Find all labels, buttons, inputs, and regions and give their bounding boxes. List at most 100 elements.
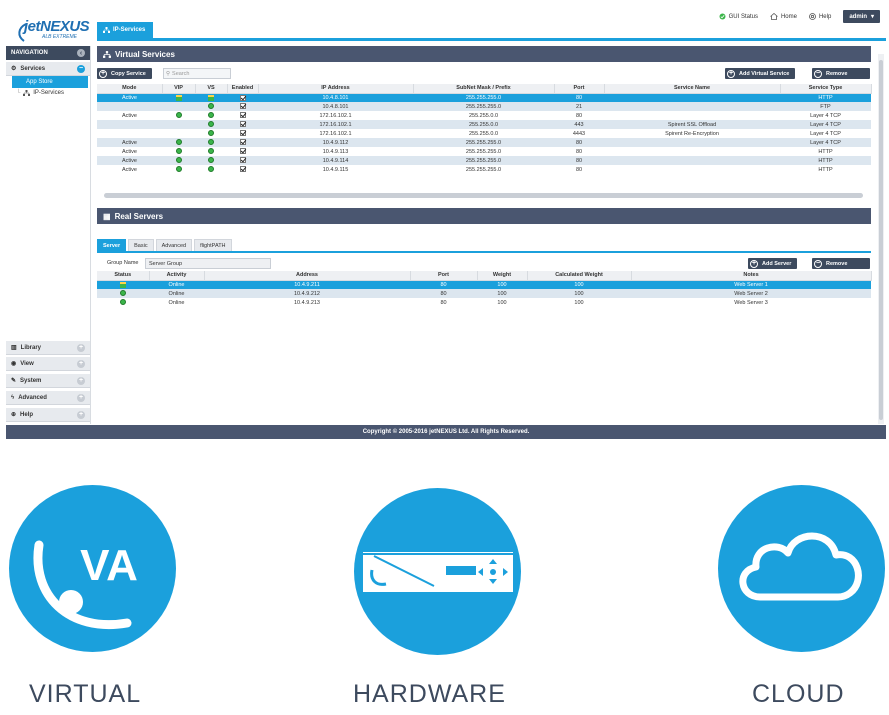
expand-system-icon[interactable]: + xyxy=(77,376,85,385)
remove-virtual-service-button[interactable]: − Remove xyxy=(812,68,870,79)
service-name-cell: Spirent SSL Offload xyxy=(604,120,780,129)
column-header: Notes xyxy=(631,271,872,281)
user-name: admin xyxy=(849,13,867,20)
copy-service-button[interactable]: + Copy Service xyxy=(97,68,152,79)
hardware-circle xyxy=(354,488,521,655)
column-header: Weight xyxy=(477,271,528,281)
port-cell: 80 xyxy=(410,280,477,289)
jetnexus-logo[interactable]: jetNEXUS ALB EXTREME xyxy=(16,18,90,46)
virtual-services-title: Virtual Services xyxy=(115,49,175,59)
group-name-field[interactable]: Server Group xyxy=(145,258,271,269)
enabled-checkbox[interactable] xyxy=(239,157,246,164)
enabled-checkbox[interactable] xyxy=(239,112,246,119)
sidebar-section-view[interactable]: ◉ View + xyxy=(6,357,90,371)
expand-library-icon[interactable]: + xyxy=(77,343,85,352)
collapse-section-icon[interactable]: − xyxy=(77,64,85,73)
mode-cell xyxy=(97,129,162,138)
user-menu-button[interactable]: admin ▾ xyxy=(843,10,880,23)
address-cell: 10.4.9.212 xyxy=(204,289,410,298)
gear-icon: ⚙ xyxy=(11,66,17,72)
enabled-checkbox[interactable] xyxy=(239,139,246,146)
service-type-cell: HTTP xyxy=(780,156,871,165)
minus-circle-icon: − xyxy=(814,69,822,78)
online-status-icon xyxy=(175,166,182,173)
table-row[interactable]: Active 10.4.9.112 255.255.255.0 80 Layer 4 T… xyxy=(97,138,871,147)
vs-cell xyxy=(195,93,227,102)
column-header: Activity xyxy=(149,271,205,281)
online-status-icon xyxy=(208,103,214,110)
enabled-checkbox[interactable] xyxy=(239,94,246,101)
table-row[interactable]: Online 10.4.9.212 80 100 100 Web Server 2 xyxy=(97,289,871,298)
vip-status-icon xyxy=(175,94,182,101)
subnet-cell: 255.255.255.0 xyxy=(413,93,554,102)
enabled-checkbox[interactable] xyxy=(239,103,246,110)
logo-text: jetNEXUS xyxy=(24,18,90,35)
home-link[interactable]: Home xyxy=(770,13,797,20)
collapse-nav-icon[interactable]: ‹ xyxy=(77,49,85,57)
horizontal-scrollbar[interactable] xyxy=(104,193,863,198)
table-row[interactable]: Online 10.4.9.213 80 100 100 Web Server 3 xyxy=(97,298,871,307)
enabled-checkbox[interactable] xyxy=(239,166,246,173)
table-row[interactable]: Active 10.4.9.113 255.255.255.0 80 HTTP xyxy=(97,147,871,156)
expand-advanced-icon[interactable]: + xyxy=(77,393,85,402)
activity-cell: Online xyxy=(168,299,185,306)
table-row[interactable]: Active 172.16.102.1 255.255.0.0 80 Layer 4 T… xyxy=(97,111,871,120)
subnet-cell: 255.255.255.0 xyxy=(465,148,502,155)
server-grid-icon: ▦ xyxy=(103,211,111,221)
table-row[interactable]: 172.16.102.1 255.255.0.0 443 Spirent SSL Of… xyxy=(97,120,871,129)
help-link[interactable]: Help xyxy=(809,13,831,20)
tab-ip-services[interactable]: IP-Services xyxy=(97,22,153,38)
sidebar-section-advanced[interactable]: ϟ Advanced + xyxy=(6,391,90,405)
ip-address-cell: 172.16.102.1 xyxy=(319,130,352,137)
tab-underline xyxy=(97,251,871,253)
enabled-checkbox[interactable] xyxy=(239,130,246,137)
search-input[interactable]: ⚲ Search xyxy=(163,68,231,79)
expand-help-icon[interactable]: + xyxy=(77,410,85,419)
add-virtual-service-button[interactable]: + Add Virtual Service xyxy=(725,68,796,79)
sidebar-section-system[interactable]: ✎ System + xyxy=(6,374,90,388)
real-servers-table: Status Activity Address Port Weight Calculate… xyxy=(97,271,872,307)
table-row[interactable]: Active 10.4.9.115 255.255.255.0 80 HTTP xyxy=(97,165,871,174)
calculated-weight-cell: 100 xyxy=(574,299,584,306)
sidebar-item-app-store[interactable]: App Store xyxy=(12,76,88,88)
table-row[interactable]: 172.16.102.1 255.255.0.0 4443 Spirent Re-En… xyxy=(97,129,871,138)
mode-cell xyxy=(97,102,162,111)
sidebar-ip-services-label: IP-Services xyxy=(33,90,64,96)
service-name-cell xyxy=(604,138,780,147)
online-status-icon xyxy=(120,290,126,297)
bolt-icon: ϟ xyxy=(11,394,15,401)
table-header-row: Status Activity Address Port Weight Calculate… xyxy=(97,271,872,281)
column-header: Status xyxy=(97,271,150,281)
mode-cell: Active xyxy=(97,138,162,147)
sidebar-section-help[interactable]: ⊕ Help + xyxy=(6,408,90,422)
real-servers-title: Real Servers xyxy=(114,211,164,221)
weight-cell: 100 xyxy=(477,289,527,298)
subnet-cell: 255.255.0.0 xyxy=(468,112,499,119)
table-row[interactable]: 10.4.8.101 255.255.255.0 21 FTP xyxy=(97,102,871,111)
vip-cell xyxy=(162,138,195,147)
remove-server-button[interactable]: − Remove xyxy=(812,258,870,269)
subnet-cell: 255.255.255.0 xyxy=(465,166,502,173)
enabled-checkbox[interactable] xyxy=(239,121,246,128)
va-text: VA xyxy=(80,541,138,590)
service-type-cell: HTTP xyxy=(818,166,833,173)
table-row[interactable]: Online 10.4.9.211 80 100 100 Web Server 1 xyxy=(97,280,871,289)
activity-cell: Online xyxy=(149,289,204,298)
copyright-text: Copyright © 2005-2016 jetNEXUS Ltd. All … xyxy=(362,429,530,435)
minus-circle-icon: − xyxy=(814,259,822,268)
navigation-header: NAVIGATION ‹ xyxy=(6,46,90,60)
enabled-checkbox[interactable] xyxy=(239,148,246,155)
tab-label: IP-Services xyxy=(113,27,146,33)
vertical-scrollbar[interactable] xyxy=(878,54,884,424)
scrollbar-thumb[interactable] xyxy=(879,60,883,420)
sidebar-item-ip-services[interactable]: └ IP-Services xyxy=(16,90,64,96)
gui-status-link[interactable]: GUI Status xyxy=(719,13,758,20)
sidebar-section-library[interactable]: ▥ Library + xyxy=(6,341,90,355)
port-cell: 80 xyxy=(554,138,604,147)
add-server-button[interactable]: + Add Server xyxy=(748,258,798,269)
mode-cell: Active xyxy=(122,148,137,155)
sidebar-section-services[interactable]: ⚙ Services − xyxy=(6,62,90,76)
expand-view-icon[interactable]: + xyxy=(77,359,85,368)
table-row[interactable]: Active 10.4.9.114 255.255.255.0 80 HTTP xyxy=(97,156,871,165)
table-row[interactable]: Active 10.4.8.101 255.255.255.0 80 HTTP xyxy=(97,93,871,102)
